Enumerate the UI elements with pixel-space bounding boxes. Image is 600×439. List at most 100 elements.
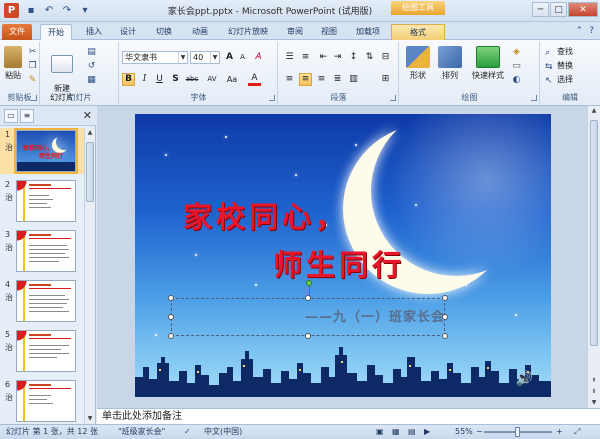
next-slide-icon[interactable]: ⇟ — [589, 387, 599, 397]
paragraph-launcher-icon[interactable] — [390, 95, 396, 101]
slide-thumbnail[interactable]: 6 治 — [0, 378, 84, 424]
shape-fill-icon[interactable]: ◈ — [510, 46, 523, 59]
tab-home[interactable]: 开始 — [40, 24, 72, 41]
zoom-out-button[interactable]: − — [476, 425, 483, 439]
drawing-launcher-icon[interactable] — [531, 95, 537, 101]
slides-pane-scrollbar[interactable]: ▲ ▼ — [84, 128, 95, 424]
resize-handle[interactable] — [305, 333, 311, 339]
zoom-in-button[interactable]: + — [556, 425, 563, 439]
tab-transitions[interactable]: 切换 — [150, 24, 178, 40]
shrink-font-button[interactable]: A — [236, 51, 249, 64]
outline-tab-icon[interactable]: ≡ — [20, 109, 34, 123]
scroll-down-icon[interactable]: ▼ — [85, 414, 95, 424]
tab-review[interactable]: 审阅 — [282, 24, 308, 40]
shadow-button[interactable]: S — [169, 73, 182, 86]
slide-subtitle[interactable]: ——九（一）班家长会 — [205, 306, 445, 325]
font-color-button[interactable]: A — [248, 73, 261, 86]
tab-design[interactable]: 设计 — [114, 24, 142, 40]
columns-icon[interactable]: ▥ — [347, 73, 360, 86]
minimize-button[interactable]: ─ — [532, 2, 549, 17]
slides-tab-icon[interactable]: ▭ — [4, 109, 18, 123]
resize-handle[interactable] — [442, 314, 448, 320]
quick-styles-button[interactable]: 快速样式 — [468, 46, 508, 81]
section-icon[interactable]: ▦ — [85, 74, 98, 87]
scroll-down-icon[interactable]: ▼ — [589, 398, 599, 408]
help-icon[interactable]: ? — [589, 26, 594, 36]
align-right-icon[interactable]: ≡ — [315, 73, 328, 86]
slide-thumbnail[interactable]: 2 治 — [0, 178, 84, 224]
undo-icon[interactable]: ↶ — [42, 3, 56, 18]
align-center-icon[interactable]: ≡ — [299, 73, 312, 86]
cut-icon[interactable]: ✂ — [26, 46, 39, 59]
chevron-down-icon[interactable]: ▼ — [178, 52, 187, 63]
zoom-slider-knob[interactable] — [515, 427, 520, 437]
align-left-icon[interactable]: ≡ — [283, 73, 296, 86]
smartart-icon[interactable]: ⊞ — [379, 73, 392, 86]
tab-view[interactable]: 视图 — [316, 24, 342, 40]
resize-handle[interactable] — [168, 295, 174, 301]
resize-handle[interactable] — [168, 314, 174, 320]
slide-thumbnail[interactable]: 1 治 家校同心， 师生同行 — [0, 128, 84, 174]
tab-animations[interactable]: 动画 — [186, 24, 214, 40]
align-text-icon[interactable]: ⊟ — [379, 51, 392, 64]
change-case-button[interactable]: Aa — [224, 73, 240, 86]
close-button[interactable]: ✕ — [568, 2, 598, 17]
paste-button[interactable]: 粘贴 — [2, 46, 24, 81]
decrease-indent-icon[interactable]: ⇤ — [317, 51, 330, 64]
find-button[interactable]: ⌕ 查找 — [545, 45, 573, 58]
strikethrough-button[interactable]: abc — [183, 73, 201, 86]
customize-icon[interactable]: ▾ — [78, 3, 92, 18]
clipboard-launcher-icon[interactable] — [31, 95, 37, 101]
zoom-level[interactable]: 55% — [455, 425, 473, 439]
editor-scrollbar[interactable]: ▲ ⇞ ⇟ ▼ — [587, 106, 600, 408]
text-direction-icon[interactable]: ⇅ — [363, 51, 376, 64]
layout-icon[interactable]: ▤ — [85, 46, 98, 59]
bullets-icon[interactable]: ☰ — [283, 51, 296, 64]
save-icon[interactable]: ▪ — [24, 3, 38, 18]
normal-view-icon[interactable]: ▣ — [376, 425, 384, 439]
tab-format[interactable]: 格式 — [391, 24, 445, 40]
replace-button[interactable]: ⇆ 替换 — [545, 59, 573, 72]
font-launcher-icon[interactable] — [269, 95, 275, 101]
reset-icon[interactable]: ↺ — [85, 60, 98, 73]
language[interactable]: 中文(中国) — [204, 425, 242, 439]
format-painter-icon[interactable]: ✎ — [26, 74, 39, 87]
tab-insert[interactable]: 插入 — [80, 24, 108, 40]
select-button[interactable]: ↖ 选择 — [545, 73, 573, 86]
clear-format-button[interactable]: A — [252, 51, 265, 64]
arrange-button[interactable]: 排列 — [436, 46, 464, 81]
slide-canvas[interactable]: 家校同心， 师生同行 ——九（一）班家长会 🔊 — [135, 114, 551, 397]
minimize-ribbon-icon[interactable]: ⌃ — [576, 26, 584, 36]
scrollbar-thumb[interactable] — [590, 120, 598, 346]
shape-outline-icon[interactable]: ▭ — [510, 60, 523, 73]
italic-button[interactable]: I — [138, 73, 151, 86]
fit-to-window-icon[interactable]: ⤢ — [574, 425, 580, 439]
slide-title-line2[interactable]: 师生同行 — [273, 242, 405, 284]
slide-thumbnail[interactable]: 3 治 — [0, 228, 84, 274]
powerpoint-logo-icon[interactable]: P — [4, 3, 19, 18]
grow-font-button[interactable]: A — [223, 51, 236, 64]
slide-thumbnail[interactable]: 4 治 — [0, 278, 84, 324]
underline-button[interactable]: U — [153, 73, 166, 86]
font-size-combo[interactable]: 40 ▼ — [190, 51, 220, 64]
slide-title-line1[interactable]: 家校同心， — [183, 194, 348, 236]
numbering-icon[interactable]: ≡ — [299, 51, 312, 64]
shapes-button[interactable]: 形状 — [404, 46, 432, 81]
copy-icon[interactable]: ❐ — [26, 60, 39, 73]
reading-view-icon[interactable]: ▤ — [408, 425, 416, 439]
notes-pane[interactable]: 单击此处添加备注 — [97, 408, 600, 424]
tab-file[interactable]: 文件 — [2, 24, 32, 40]
line-spacing-icon[interactable]: ↕ — [347, 51, 360, 64]
redo-icon[interactable]: ↷ — [60, 3, 74, 18]
rotation-handle[interactable] — [306, 280, 312, 286]
scroll-up-icon[interactable]: ▲ — [85, 128, 95, 138]
scroll-up-icon[interactable]: ▲ — [589, 106, 599, 116]
tab-addins[interactable]: 加载项 — [350, 24, 386, 40]
font-name-combo[interactable]: 华文隶书 ▼ — [122, 51, 188, 64]
chevron-down-icon[interactable]: ▼ — [210, 52, 219, 63]
speaker-icon[interactable]: 🔊 — [516, 371, 533, 387]
close-pane-icon[interactable]: ✕ — [83, 109, 92, 122]
slide-thumbnail[interactable]: 5 治 — [0, 328, 84, 374]
slide-sorter-icon[interactable]: ▦ — [392, 425, 400, 439]
resize-handle[interactable] — [442, 333, 448, 339]
